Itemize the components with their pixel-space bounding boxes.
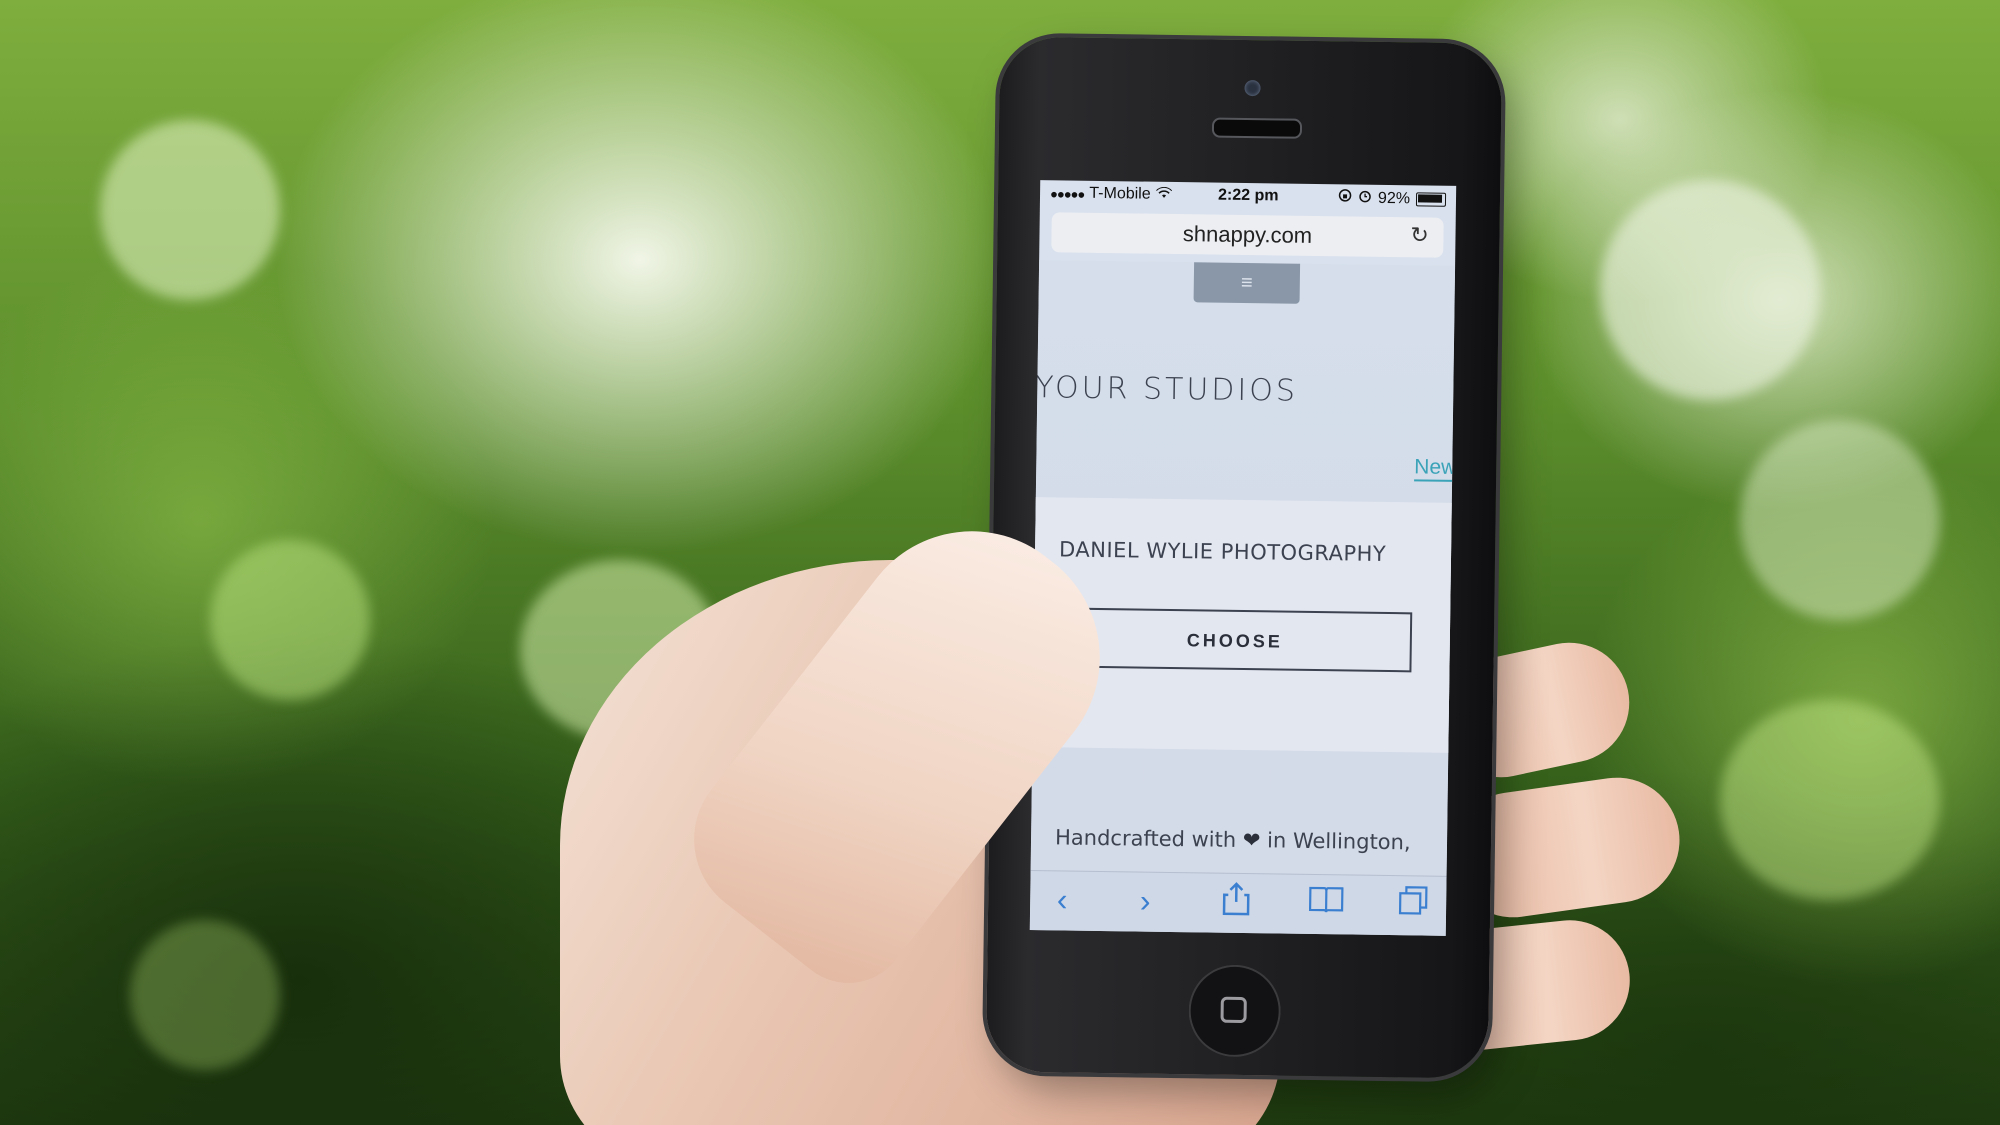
- footer-suffix: in Wellington,: [1266, 828, 1411, 855]
- phone-screen: ●●●●● T-Mobile 2:22 pm 92% shnappy.com ↻…: [1029, 180, 1457, 936]
- wifi-icon: [1155, 186, 1172, 204]
- menu-button[interactable]: ≡: [1193, 262, 1301, 304]
- rotation-lock-icon: [1338, 188, 1352, 207]
- smartphone: ●●●●● T-Mobile 2:22 pm 92% shnappy.com ↻…: [985, 36, 1503, 1079]
- choose-button[interactable]: CHOOSE: [1057, 607, 1413, 673]
- home-button[interactable]: [1188, 964, 1282, 1058]
- bokeh-spot: [1600, 180, 1820, 400]
- footer-credit: Handcrafted with ❤ in Wellington,: [1055, 825, 1411, 854]
- hamburger-icon: ≡: [1240, 271, 1253, 295]
- home-square-icon: [1220, 996, 1247, 1024]
- address-bar[interactable]: shnappy.com ↻: [1051, 212, 1444, 258]
- tabs-icon[interactable]: [1394, 884, 1435, 925]
- alarm-icon: [1358, 189, 1372, 208]
- forward-chevron-icon[interactable]: ›: [1125, 880, 1166, 921]
- bookmarks-icon[interactable]: [1306, 883, 1347, 924]
- bokeh-spot: [130, 920, 280, 1070]
- footer-prefix: Handcrafted with: [1054, 825, 1237, 852]
- studio-name: DANIEL WYLIE PHOTOGRAPHY: [1058, 537, 1387, 566]
- bokeh-spot: [100, 120, 280, 300]
- reload-icon[interactable]: ↻: [1409, 222, 1429, 247]
- status-bar: ●●●●● T-Mobile 2:22 pm 92%: [1040, 180, 1456, 212]
- status-time: 2:22 pm: [1217, 186, 1279, 205]
- signal-icon: ●●●●●: [1049, 185, 1085, 202]
- heart-icon: ❤: [1242, 828, 1261, 853]
- url-text: shnappy.com: [1182, 221, 1313, 248]
- bokeh-spot: [210, 540, 370, 700]
- page-title: YOUR STUDIOS: [1035, 370, 1299, 409]
- battery-percent: 92%: [1377, 189, 1411, 207]
- bokeh-spot: [1720, 700, 1940, 900]
- new-studio-link[interactable]: New: [1414, 455, 1457, 482]
- front-camera: [1244, 79, 1261, 97]
- share-icon[interactable]: [1216, 882, 1257, 923]
- browser-toolbar: ‹ ›: [1029, 870, 1447, 936]
- carrier-label: T-Mobile: [1089, 184, 1151, 203]
- earpiece-speaker: [1211, 117, 1303, 139]
- bokeh-spot: [1740, 420, 1940, 620]
- web-page: ≡ YOUR STUDIOS New DANIEL WYLIE PHOTOGRA…: [1029, 260, 1457, 876]
- back-chevron-icon[interactable]: ‹: [1042, 879, 1083, 920]
- battery-icon: [1415, 191, 1447, 207]
